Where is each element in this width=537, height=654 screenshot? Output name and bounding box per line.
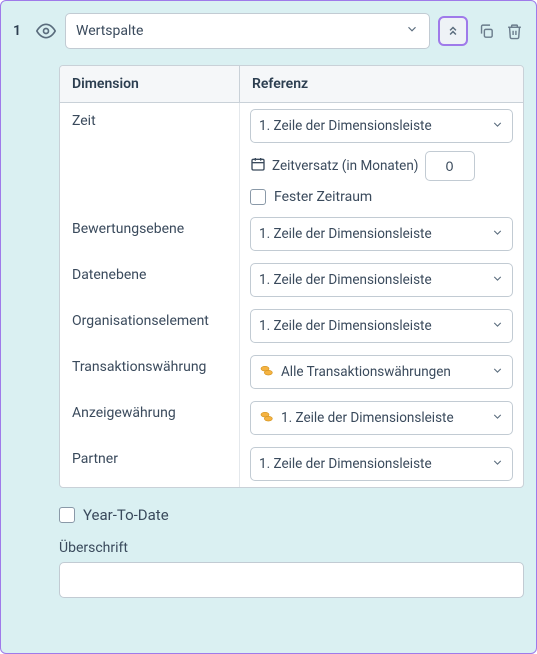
visibility-toggle[interactable] <box>35 20 57 42</box>
reference-select[interactable]: 1. Zeile der Dimensionsleiste <box>250 447 513 481</box>
heading-section: Überschrift <box>59 540 524 598</box>
table-body: Zeit 1. Zeile der Dimensionsleiste Zeitv… <box>60 103 523 487</box>
time-offset-label: Zeitversatz (in Monaten) <box>272 158 419 174</box>
heading-label: Überschrift <box>59 540 524 556</box>
chevron-down-icon <box>491 410 504 427</box>
reference-select[interactable]: 1. Zeile der Dimensionsleiste <box>250 401 513 435</box>
select-value: 1. Zeile der Dimensionsleiste <box>259 410 454 426</box>
chevron-down-icon <box>491 318 504 335</box>
ytd-row: Year-To-Date <box>59 506 524 524</box>
dim-label: Organisationselement <box>60 303 240 349</box>
table-header: Dimension Referenz <box>60 66 523 103</box>
fixed-period-label: Fester Zeitraum <box>274 189 372 205</box>
select-value: 1. Zeile der Dimensionsleiste <box>259 272 432 288</box>
chevron-down-icon <box>491 456 504 473</box>
chevron-down-icon <box>491 226 504 243</box>
config-panel: 1 Wertspalte Dimension Referenz <box>0 0 537 654</box>
panel-content: Dimension Referenz Zeit 1. Zeile der Dim… <box>59 65 524 598</box>
chevron-down-icon <box>491 364 504 381</box>
table-row: Organisationselement 1. Zeile der Dimensi… <box>60 303 523 349</box>
chevron-down-icon <box>491 118 504 135</box>
select-value: 1. Zeile der Dimensionsleiste <box>259 118 432 134</box>
collapse-button[interactable] <box>438 16 468 46</box>
dim-label: Anzeigewährung <box>60 395 240 441</box>
ytd-checkbox[interactable] <box>59 507 75 523</box>
duplicate-button[interactable] <box>476 21 496 41</box>
select-value: 1. Zeile der Dimensionsleiste <box>259 456 432 472</box>
fixed-period-row: Fester Zeitraum <box>250 189 513 205</box>
time-offset-row: Zeitversatz (in Monaten) <box>250 151 513 181</box>
table-row: Datenebene 1. Zeile der Dimensionsleiste <box>60 257 523 303</box>
row-zeit: Zeit 1. Zeile der Dimensionsleiste Zeitv… <box>60 103 523 211</box>
ytd-label: Year-To-Date <box>83 506 169 524</box>
zeit-reference-select[interactable]: 1. Zeile der Dimensionsleiste <box>250 109 513 143</box>
table-row: Anzeigewährung 1. Zeile der Dimensionslei… <box>60 395 523 441</box>
table-row: Transaktionswährung Alle Transaktionswähr… <box>60 349 523 395</box>
column-type-value: Wertspalte <box>76 23 143 39</box>
header-dimension: Dimension <box>60 66 240 102</box>
reference-select[interactable]: 1. Zeile der Dimensionsleiste <box>250 309 513 343</box>
select-value: 1. Zeile der Dimensionsleiste <box>259 226 432 242</box>
table-row: Bewertungsebene 1. Zeile der Dimensionsle… <box>60 211 523 257</box>
reference-select[interactable]: 1. Zeile der Dimensionsleiste <box>250 263 513 297</box>
select-value: 1. Zeile der Dimensionsleiste <box>259 318 432 334</box>
column-type-select[interactable]: Wertspalte <box>65 13 430 49</box>
calendar-icon <box>250 156 266 176</box>
dim-label: Zeit <box>60 103 240 211</box>
panel-header: 1 Wertspalte <box>7 13 524 49</box>
dim-label: Bewertungsebene <box>60 211 240 257</box>
dimension-table: Dimension Referenz Zeit 1. Zeile der Dim… <box>59 65 524 488</box>
chevron-down-icon <box>491 272 504 289</box>
table-row: Partner 1. Zeile der Dimensionsleiste <box>60 441 523 487</box>
heading-input[interactable] <box>59 562 524 598</box>
select-value: Alle Transaktionswährungen <box>259 364 451 380</box>
reference-select[interactable]: 1. Zeile der Dimensionsleiste <box>250 217 513 251</box>
header-reference: Referenz <box>240 66 523 102</box>
dim-label: Transaktionswährung <box>60 349 240 395</box>
fixed-period-checkbox[interactable] <box>250 189 266 205</box>
dim-label: Datenebene <box>60 257 240 303</box>
dim-label: Partner <box>60 441 240 487</box>
reference-select[interactable]: Alle Transaktionswährungen <box>250 355 513 389</box>
chevron-down-icon <box>405 22 419 40</box>
delete-button[interactable] <box>504 21 524 41</box>
time-offset-input[interactable] <box>425 151 475 181</box>
row-index: 1 <box>7 23 27 39</box>
